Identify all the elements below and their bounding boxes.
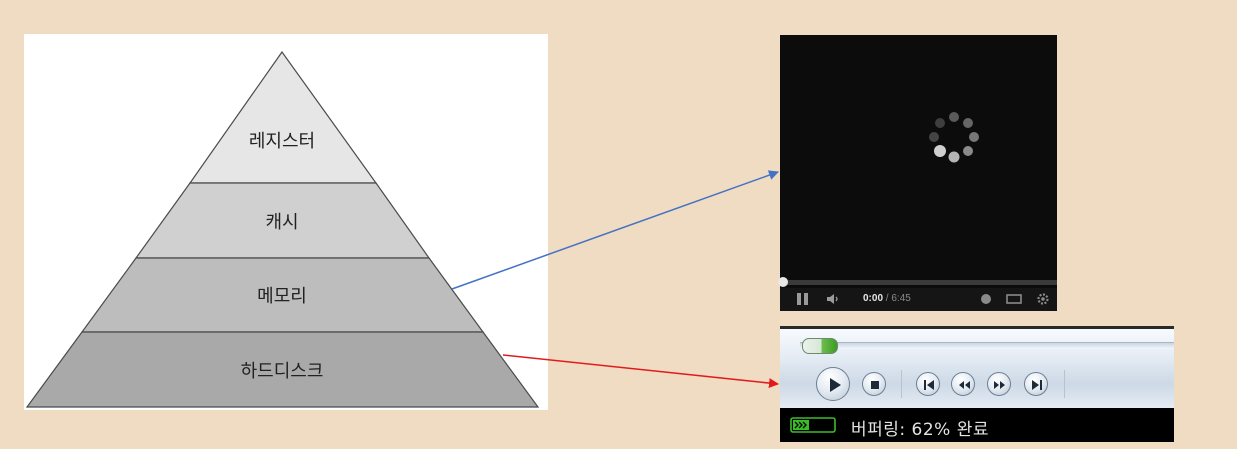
volume-icon[interactable] [826, 292, 842, 306]
previous-button[interactable] [916, 372, 940, 396]
pyramid-level-registers [188, 50, 378, 184]
play-button[interactable] [816, 367, 850, 401]
media-seek-handle[interactable] [802, 338, 838, 354]
skip-forward-icon [1032, 380, 1042, 390]
stop-icon [871, 381, 879, 389]
total-time: 6:45 [891, 293, 911, 304]
media-player-top-border [780, 326, 1174, 329]
widescreen-icon[interactable] [1006, 292, 1022, 306]
current-time: 0:00 [863, 293, 884, 304]
media-status-bar: 버퍼링: 62% 완료 [780, 408, 1174, 442]
skip-back-icon [924, 380, 934, 390]
rewind-button[interactable] [951, 372, 975, 396]
next-button[interactable] [1024, 372, 1048, 396]
play-icon [830, 378, 841, 392]
pyramid-label-cache: 캐시 [265, 212, 298, 233]
video-player[interactable]: 0:00 / 6:45 [778, 35, 1057, 311]
media-player[interactable]: 버퍼링: 62% 완료 [780, 326, 1174, 442]
captions-icon[interactable] [979, 292, 993, 306]
video-progress-bar[interactable] [778, 277, 1057, 287]
rewind-icon [959, 381, 970, 389]
media-seek-bar[interactable] [800, 342, 1174, 349]
fast-forward-button[interactable] [987, 372, 1011, 396]
buffering-status-text: 버퍼링: 62% 완료 [851, 420, 990, 440]
video-control-bar: 0:00 / 6:45 [780, 288, 1057, 311]
video-time-display: 0:00 / 6:45 [863, 293, 911, 304]
pause-icon[interactable] [797, 292, 809, 306]
fast-forward-icon [994, 381, 1005, 389]
video-progress-handle[interactable] [778, 277, 788, 287]
control-separator [1064, 370, 1065, 398]
stop-button[interactable] [862, 372, 886, 396]
gear-icon[interactable] [1036, 292, 1050, 306]
loading-spinner-icon [929, 112, 979, 163]
memory-hierarchy-pyramid: 레지스터 캐시 메모리 하드디스크 [24, 34, 548, 410]
pyramid-label-memory: 메모리 [257, 286, 307, 307]
buffer-meter-icon [790, 417, 836, 433]
pyramid-label-harddisk: 하드디스크 [241, 361, 324, 382]
control-separator [901, 370, 902, 398]
pyramid-label-registers: 레지스터 [249, 131, 315, 152]
pyramid-graphic: 레지스터 캐시 메모리 하드디스크 [25, 50, 540, 408]
